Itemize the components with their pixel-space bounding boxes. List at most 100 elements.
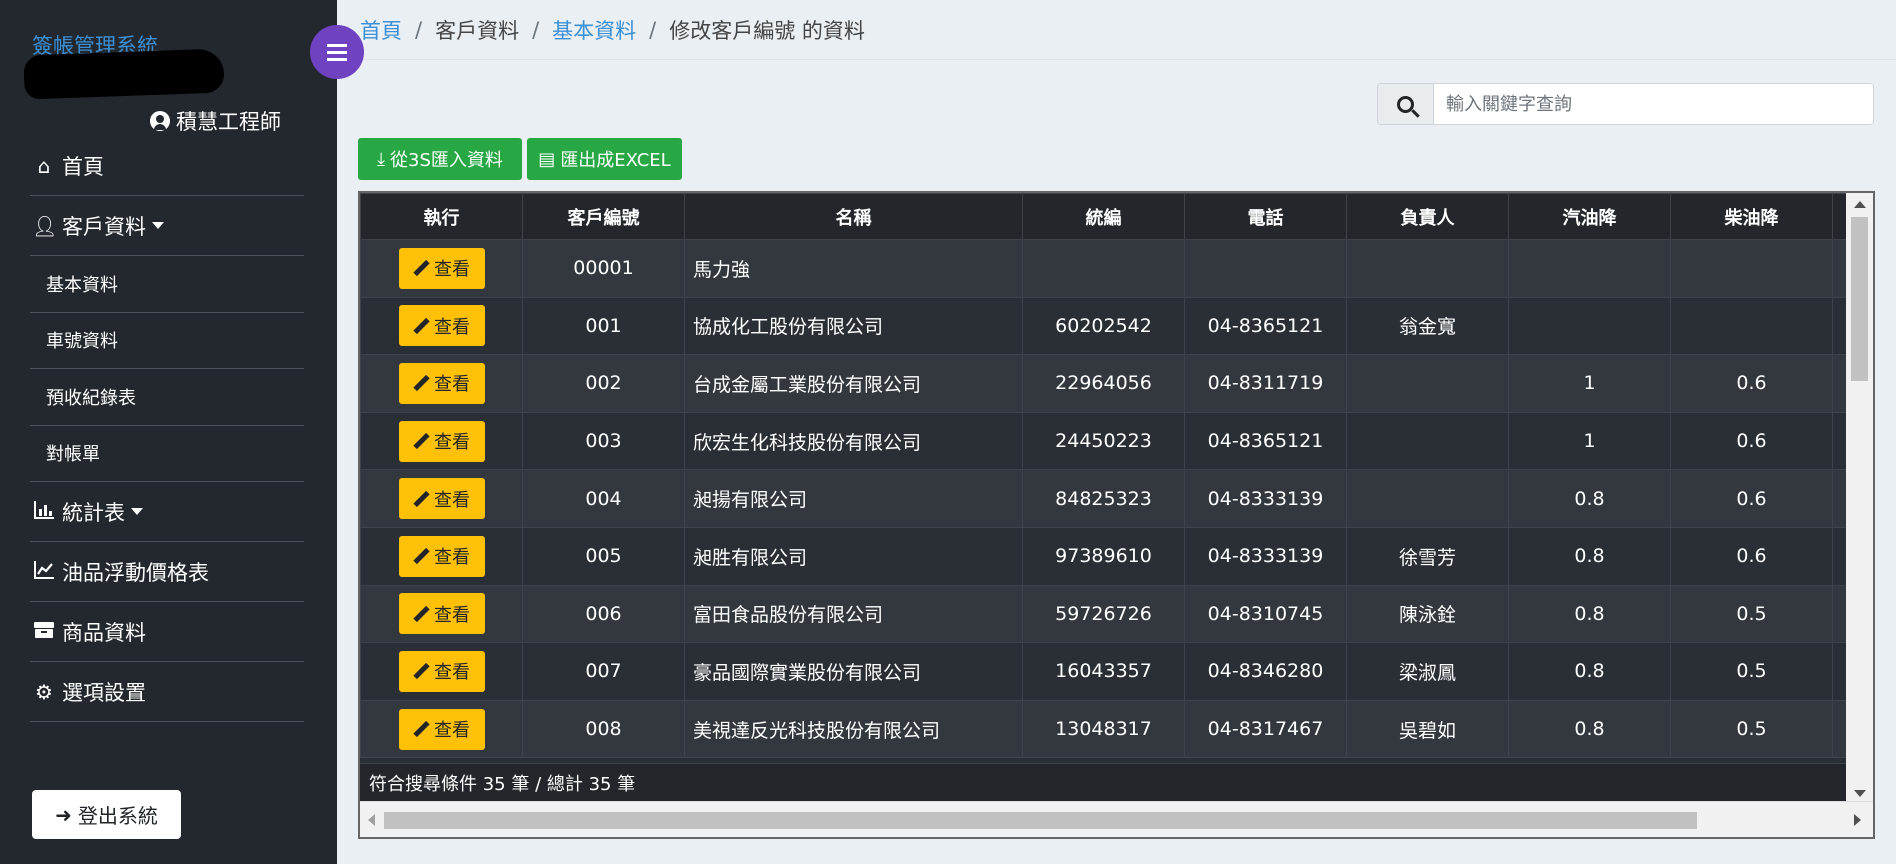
- cell-action: 查看: [360, 642, 523, 701]
- scroll-up-icon[interactable]: [1854, 201, 1866, 208]
- view-button[interactable]: 查看: [398, 593, 485, 635]
- breadcrumb-home[interactable]: 首頁: [360, 15, 402, 45]
- cell-customer-id: 008: [522, 699, 685, 759]
- col-header-owner[interactable]: 負責人: [1346, 193, 1509, 240]
- sidebar-subitem-statement[interactable]: 對帳單: [30, 426, 304, 482]
- cell-customer-id: 002: [522, 354, 685, 413]
- sidebar-subitem-vehicle[interactable]: 車號資料: [30, 313, 304, 369]
- view-button[interactable]: 查看: [398, 535, 485, 577]
- sidebar-subitem-prepaid[interactable]: 預收紀錄表: [30, 369, 304, 426]
- sidebar-subitem-basic[interactable]: 基本資料: [30, 256, 304, 313]
- excel-file-icon: ▤: [538, 148, 556, 170]
- cell-phone: 04-8311719: [1184, 354, 1347, 413]
- scroll-right-icon[interactable]: [1854, 814, 1861, 826]
- sidebar-item-oil-price[interactable]: 油品浮動價格表: [30, 542, 304, 602]
- box-icon: [32, 620, 56, 644]
- cell-diesel-discount: 0.6: [1670, 469, 1833, 528]
- cell-phone: 04-8365121: [1184, 411, 1347, 471]
- cell-customer-id: 003: [522, 411, 685, 471]
- cell-tax-id: 24450223: [1022, 411, 1185, 471]
- horizontal-scroll-thumb[interactable]: [384, 812, 1697, 829]
- cell-action: 查看: [360, 526, 523, 586]
- cell-gas-discount: [1508, 239, 1671, 298]
- logout-button[interactable]: ➜ 登出系統: [32, 790, 181, 839]
- sidebar-item-products[interactable]: 商品資料: [30, 602, 304, 662]
- cell-phone: [1184, 239, 1347, 298]
- search-icon: [1397, 95, 1414, 113]
- search-input[interactable]: [1434, 84, 1873, 124]
- cell-owner: [1346, 239, 1509, 298]
- view-button[interactable]: 查看: [398, 305, 485, 347]
- cell-tax-id: 22964056: [1022, 354, 1185, 413]
- table-row: 查看 003 欣宏生化科技股份有限公司 24450223 04-8365121 1 0.6: [360, 411, 1857, 471]
- search-box: [1377, 83, 1874, 125]
- cell-name: 欣宏生化科技股份有限公司: [684, 411, 1023, 471]
- col-header-tax-id[interactable]: 統編: [1022, 193, 1185, 240]
- caret-down-icon: [131, 508, 143, 515]
- view-button[interactable]: 查看: [398, 362, 485, 404]
- user-icon: 👤︎: [32, 213, 58, 238]
- horizontal-scrollbar[interactable]: [360, 801, 1873, 837]
- breadcrumb: 首頁 / 客戶資料 / 基本資料 / 修改客戶編號 的資料: [337, 0, 1896, 60]
- cell-phone: 04-8333139: [1184, 469, 1347, 528]
- col-header-name[interactable]: 名稱: [684, 193, 1023, 240]
- vertical-scroll-thumb[interactable]: [1851, 217, 1868, 381]
- cell-owner: 吳碧如: [1346, 699, 1509, 759]
- breadcrumb-customer: 客戶資料: [435, 18, 520, 43]
- scroll-down-icon[interactable]: [1854, 790, 1866, 797]
- cell-phone: 04-8365121: [1184, 296, 1347, 356]
- col-header-gas-discount[interactable]: 汽油降: [1508, 193, 1671, 240]
- view-button[interactable]: 查看: [398, 478, 485, 520]
- scroll-left-icon[interactable]: [368, 814, 375, 826]
- cell-action: 查看: [360, 699, 523, 759]
- search-button[interactable]: [1378, 84, 1434, 124]
- cell-tax-id: 60202542: [1022, 296, 1185, 356]
- view-button[interactable]: 查看: [398, 650, 485, 692]
- cell-phone: 04-8346280: [1184, 642, 1347, 701]
- breadcrumb-current: 修改客戶編號 的資料: [669, 18, 865, 43]
- cell-owner: [1346, 354, 1509, 413]
- cell-name: 協成化工股份有限公司: [684, 296, 1023, 356]
- export-excel-button[interactable]: ▤ 匯出成EXCEL: [527, 138, 682, 180]
- cell-diesel-discount: 0.6: [1670, 526, 1833, 586]
- cell-diesel-discount: 0.5: [1670, 699, 1833, 759]
- table-row: 查看 005 昶胜有限公司 97389610 04-8333139 徐雪芳 0.8 0.6: [360, 526, 1857, 586]
- breadcrumb-separator: /: [415, 17, 423, 42]
- col-header-phone[interactable]: 電話: [1184, 193, 1347, 240]
- cell-phone: 04-8310745: [1184, 584, 1347, 644]
- col-header-action[interactable]: 執行: [360, 193, 523, 240]
- cell-owner: 梁淑鳳: [1346, 642, 1509, 701]
- menu-toggle-button[interactable]: [310, 25, 364, 79]
- pencil-icon: [413, 491, 429, 507]
- view-button[interactable]: 查看: [398, 420, 485, 462]
- hamburger-icon: [327, 50, 347, 54]
- view-button[interactable]: 查看: [398, 708, 485, 750]
- cell-action: 查看: [360, 584, 523, 644]
- customer-table-container: 執行 客戶編號 名稱 統編 電話 負責人 汽油降 柴油降 查看 00001 馬力強查…: [358, 191, 1875, 839]
- sidebar-item-stats[interactable]: 統計表: [30, 482, 304, 542]
- breadcrumb-separator: /: [532, 17, 540, 42]
- customer-table: 執行 客戶編號 名稱 統編 電話 負責人 汽油降 柴油降 查看 00001 馬力強查…: [360, 193, 1857, 759]
- import-3s-button[interactable]: ⤓ 從3S匯入資料: [358, 138, 522, 180]
- download-icon: ⤓: [377, 148, 386, 170]
- col-header-id[interactable]: 客戶編號: [522, 193, 685, 240]
- cell-tax-id: 13048317: [1022, 699, 1185, 759]
- breadcrumb-basic[interactable]: 基本資料: [552, 15, 636, 45]
- cell-gas-discount: 0.8: [1508, 469, 1671, 528]
- sidebar-item-home[interactable]: ⌂ 首頁: [30, 136, 304, 196]
- col-header-diesel-discount[interactable]: 柴油降: [1670, 193, 1833, 240]
- cell-tax-id: [1022, 239, 1185, 298]
- breadcrumb-separator: /: [649, 17, 657, 42]
- cell-customer-id: 00001: [522, 239, 685, 298]
- cell-gas-discount: 0.8: [1508, 526, 1671, 586]
- cell-tax-id: 16043357: [1022, 642, 1185, 701]
- cell-gas-discount: 0.8: [1508, 584, 1671, 644]
- cell-action: 查看: [360, 296, 523, 356]
- vertical-scrollbar[interactable]: [1846, 193, 1873, 803]
- pencil-icon: [413, 548, 429, 564]
- sidebar-item-settings[interactable]: ⚙ 選項設置: [30, 662, 304, 722]
- view-button[interactable]: 查看: [398, 247, 485, 289]
- line-chart-icon: [32, 560, 56, 584]
- cell-customer-id: 007: [522, 642, 685, 701]
- sidebar-item-customer[interactable]: 👤︎ 客戶資料: [30, 196, 304, 256]
